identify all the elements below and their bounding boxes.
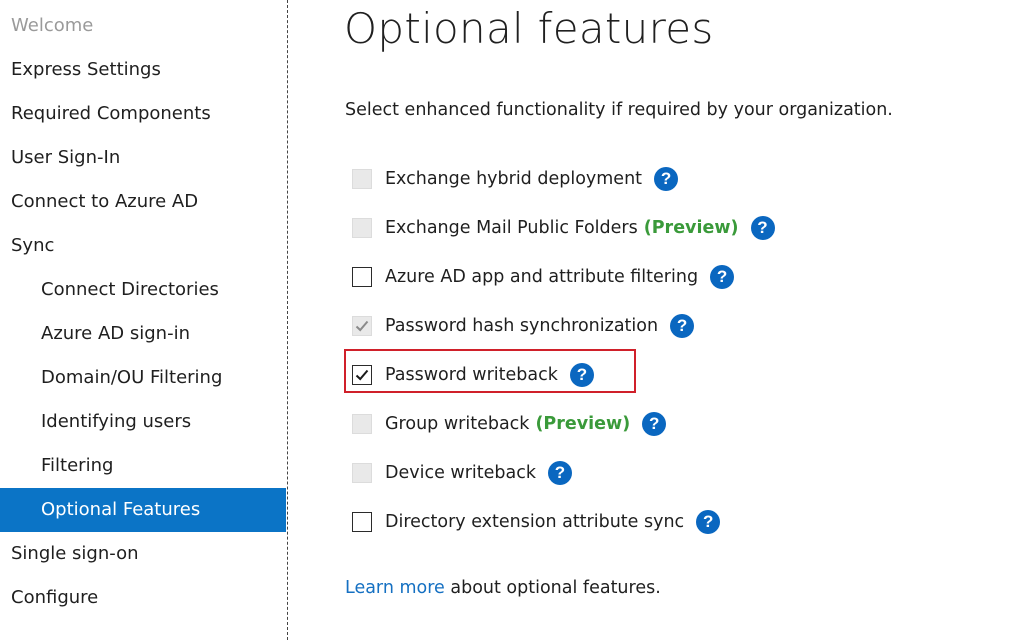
checkbox-password-hash-synchronization	[352, 316, 372, 336]
feature-directory-extension-attribute-sync: Directory extension attribute sync?	[352, 506, 721, 538]
feature-password-hash-synchronization: Password hash synchronization?	[352, 310, 695, 342]
feature-device-writeback: Device writeback?	[352, 457, 572, 489]
checkbox-group-writeback	[352, 414, 372, 434]
sidebar-item-sync[interactable]: Sync	[0, 224, 286, 268]
feature-label-text: Azure AD app and attribute filtering	[385, 267, 699, 287]
feature-group-writeback: Group writeback (Preview)?	[352, 408, 667, 440]
preview-badge: (Preview)	[535, 414, 631, 434]
sidebar-item-welcome: Welcome	[11, 15, 94, 36]
help-icon[interactable]: ?	[750, 216, 775, 240]
help-icon[interactable]: ?	[696, 510, 721, 534]
feature-label-text: Password hash synchronization	[385, 316, 659, 336]
sidebar-item-user-sign-in[interactable]: User Sign-In	[0, 136, 286, 180]
learn-more-link[interactable]: Learn more	[345, 578, 445, 598]
sidebar-divider	[287, 0, 288, 640]
feature-azure-ad-app-and-attribute-filtering: Azure AD app and attribute filtering?	[352, 261, 735, 293]
sidebar-item-domain-ou-filtering[interactable]: Domain/OU Filtering	[0, 356, 286, 400]
feature-label-text: Directory extension attribute sync	[385, 512, 685, 532]
feature-label: Exchange hybrid deployment	[385, 169, 642, 189]
feature-label-text: Exchange Mail Public Folders	[385, 218, 638, 238]
checkbox-exchange-hybrid-deployment	[352, 169, 372, 189]
feature-label[interactable]: Directory extension attribute sync	[385, 512, 684, 532]
feature-label-text: Device writeback	[385, 463, 536, 483]
help-icon[interactable]: ?	[710, 265, 735, 289]
checkbox-exchange-mail-public-folders	[352, 218, 372, 238]
checkbox-device-writeback	[352, 463, 372, 483]
sidebar-item-connect-directories[interactable]: Connect Directories	[0, 268, 286, 312]
feature-label: Password hash synchronization	[385, 316, 658, 336]
sidebar-item-azure-ad-sign-in[interactable]: Azure AD sign-in	[0, 312, 286, 356]
sidebar-item-express-settings[interactable]: Express Settings	[0, 48, 286, 92]
feature-label: Group writeback (Preview)	[385, 414, 630, 434]
feature-exchange-mail-public-folders: Exchange Mail Public Folders (Preview)?	[352, 212, 775, 244]
feature-label: Exchange Mail Public Folders (Preview)	[385, 218, 739, 238]
wizard-sidebar: Welcome Express Settings Required Componen…	[0, 0, 286, 640]
sidebar-item-single-sign-on[interactable]: Single sign-on	[0, 532, 286, 576]
help-icon[interactable]: ?	[642, 412, 667, 436]
help-icon[interactable]: ?	[548, 461, 572, 485]
highlight-box	[344, 349, 636, 393]
preview-badge: (Preview)	[643, 218, 739, 238]
learn-more-line: Learn more about optional features.	[345, 578, 661, 598]
sidebar-item-filtering[interactable]: Filtering	[0, 444, 286, 488]
feature-label-text: Exchange hybrid deployment	[385, 169, 643, 189]
help-icon[interactable]: ?	[654, 167, 679, 191]
feature-exchange-hybrid-deployment: Exchange hybrid deployment?	[352, 163, 679, 195]
feature-label: Device writeback	[385, 463, 536, 483]
feature-label[interactable]: Azure AD app and attribute filtering	[385, 267, 698, 287]
sidebar-item-identifying-users[interactable]: Identifying users	[0, 400, 286, 444]
sidebar-item-required-components[interactable]: Required Components	[0, 92, 286, 136]
sidebar-item-optional-features[interactable]: Optional Features	[0, 488, 286, 532]
checkbox-directory-extension-attribute-sync[interactable]	[352, 512, 372, 532]
sidebar-item-configure[interactable]: Configure	[0, 576, 286, 620]
feature-label-text: Group writeback	[385, 414, 530, 434]
help-icon[interactable]: ?	[670, 314, 695, 338]
page-subtitle: Select enhanced functionality if require…	[345, 100, 893, 120]
checkbox-azure-ad-app-and-attribute-filtering[interactable]	[352, 267, 372, 287]
page-title: Optional features	[344, 4, 714, 53]
learn-more-text: about optional features.	[444, 578, 661, 598]
main-content: Optional features Select enhanced functi…	[344, 0, 1004, 640]
sidebar-item-connect-to-azure-ad[interactable]: Connect to Azure AD	[0, 180, 286, 224]
